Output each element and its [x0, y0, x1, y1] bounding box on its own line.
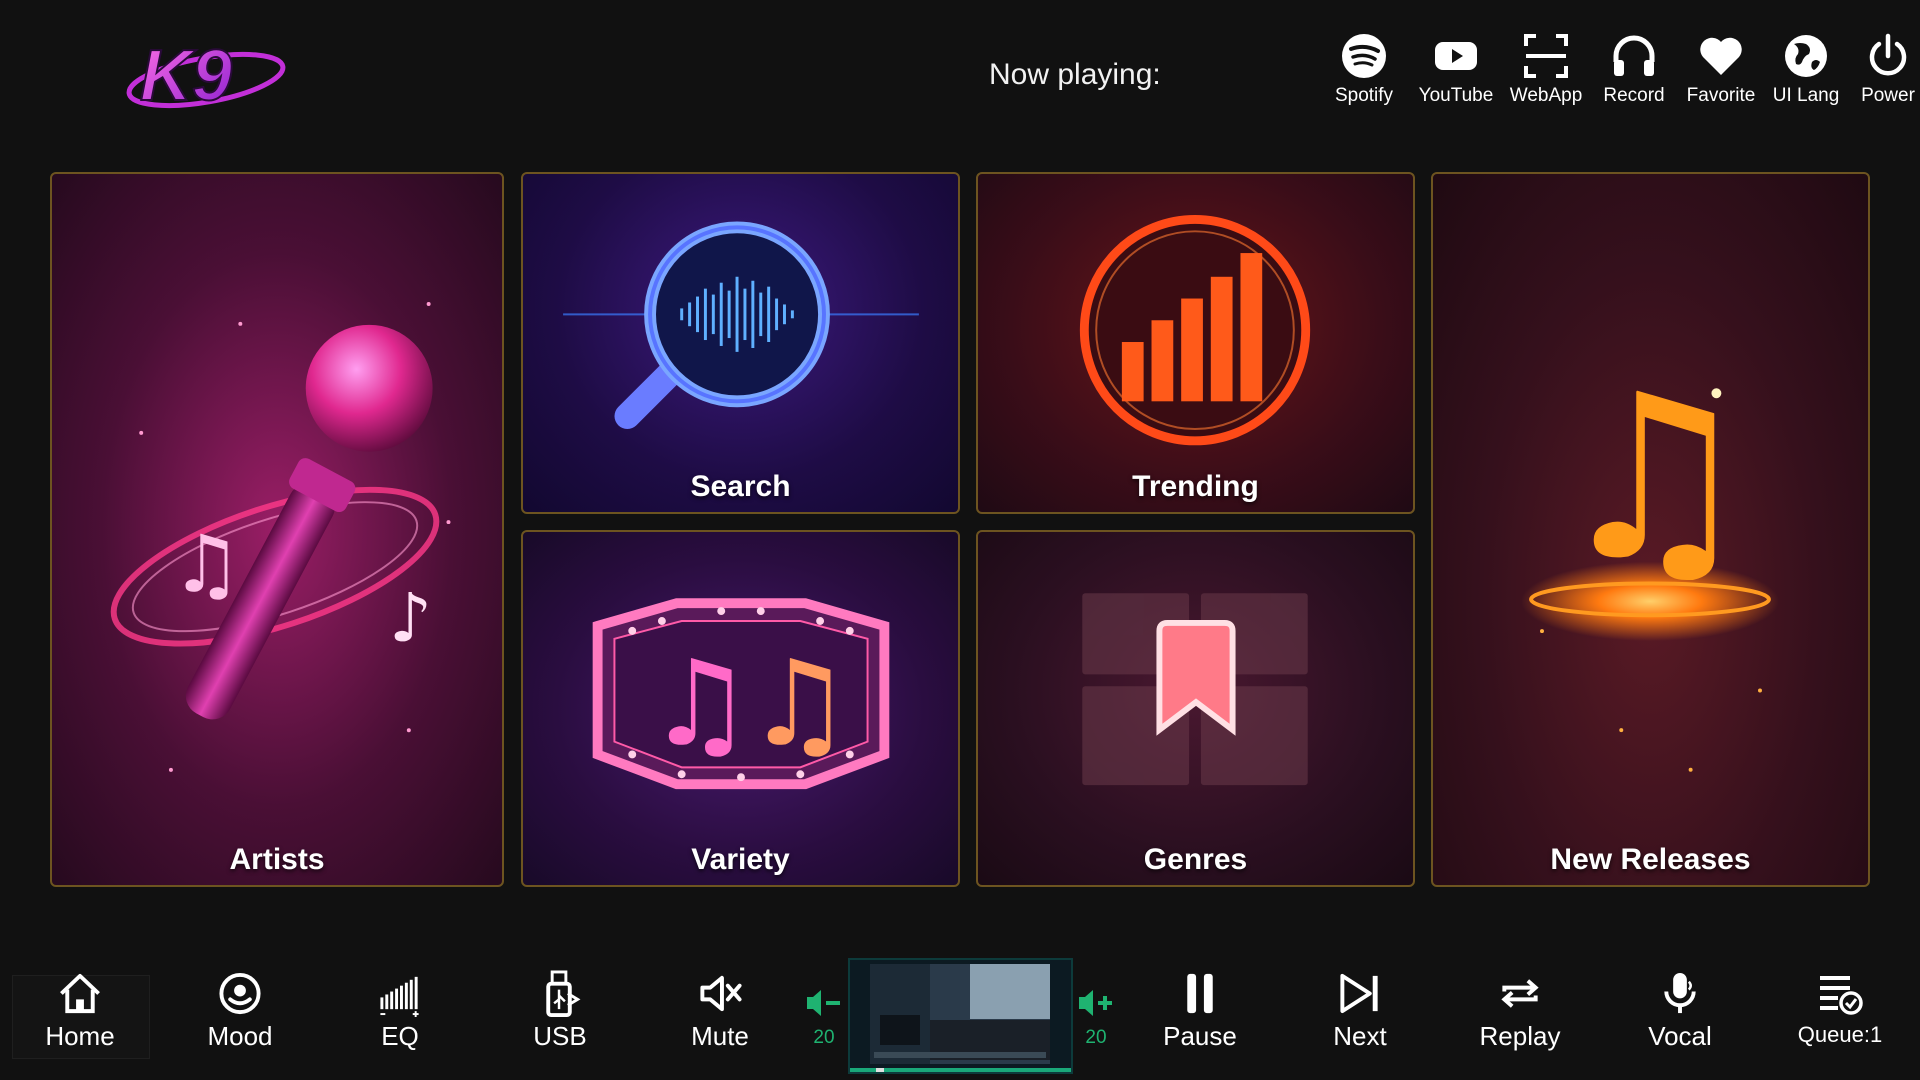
- svg-text:♫: ♫: [746, 635, 852, 773]
- queue-button[interactable]: Queue:1: [1775, 970, 1905, 1052]
- usb-button[interactable]: USB: [495, 970, 625, 1052]
- power-icon: [1869, 33, 1907, 76]
- video-preview[interactable]: [848, 958, 1073, 1074]
- svg-text:♫: ♫: [171, 517, 242, 610]
- youtube-icon: [1435, 42, 1477, 70]
- marquee-music-icon: ♫ ♫: [592, 598, 890, 790]
- eq-label: EQ: [381, 1021, 419, 1051]
- scan-frame-icon: [1524, 34, 1568, 78]
- tile-new-releases-label: New Releases: [1550, 843, 1751, 876]
- spotify-icon: [1342, 34, 1386, 78]
- spotify-button[interactable]: Spotify: [1318, 28, 1410, 114]
- volume-down-icon: [807, 990, 840, 1016]
- pause-icon: [1187, 973, 1213, 1014]
- tile-genres[interactable]: Genres: [976, 530, 1415, 887]
- svg-text:♫: ♫: [647, 635, 753, 773]
- pause-button[interactable]: Pause: [1135, 970, 1265, 1052]
- volume-up-icon: [1079, 990, 1112, 1016]
- home-label: Home: [45, 1021, 115, 1051]
- pause-label: Pause: [1163, 1021, 1237, 1051]
- headphones-icon: [1613, 35, 1655, 76]
- mood-label: Mood: [207, 1021, 273, 1051]
- volume-up-value: 20: [1085, 1027, 1107, 1048]
- globe-icon: [1785, 35, 1827, 77]
- glowing-music-note-icon: ♫: [1521, 345, 1779, 772]
- ui-lang-label: UI Lang: [1772, 85, 1840, 106]
- bar-chart-icon: [1079, 215, 1311, 446]
- tile-variety[interactable]: ♫ ♫ Variety: [521, 530, 960, 887]
- webapp-button[interactable]: WebApp: [1502, 28, 1590, 114]
- heart-icon: [1700, 37, 1742, 75]
- youtube-button[interactable]: YouTube: [1410, 28, 1502, 114]
- favorite-label: Favorite: [1686, 85, 1756, 106]
- favorite-button[interactable]: Favorite: [1678, 28, 1764, 114]
- power-label: Power: [1861, 85, 1915, 106]
- vocal-label: Vocal: [1648, 1021, 1712, 1051]
- svg-text:♫: ♫: [1552, 345, 1756, 611]
- mute-label: Mute: [691, 1021, 749, 1051]
- next-button[interactable]: Next: [1295, 970, 1425, 1052]
- queue-list-icon: [1820, 976, 1863, 1015]
- power-button[interactable]: Power: [1848, 28, 1920, 114]
- next-label: Next: [1333, 1021, 1387, 1051]
- equalizer-icon: [380, 976, 419, 1017]
- tile-artists-label: Artists: [229, 843, 325, 876]
- now-playing-label: Now playing:: [989, 58, 1161, 91]
- skip-next-icon: [1340, 973, 1378, 1014]
- tile-search-label: Search: [690, 470, 791, 503]
- record-button[interactable]: Record: [1590, 28, 1678, 114]
- tile-variety-label: Variety: [691, 843, 790, 876]
- ui-lang-button[interactable]: UI Lang: [1764, 28, 1848, 114]
- top-action-bar: Spotify YouTube WebApp Record Favorite U…: [1318, 28, 1920, 114]
- volume-up-button[interactable]: 20: [1071, 985, 1121, 1055]
- tile-new-releases[interactable]: ♫ New Releases: [1431, 172, 1870, 887]
- tile-artists[interactable]: ♫ ♪ Artists: [50, 172, 504, 887]
- volume-down-button[interactable]: 20: [799, 985, 849, 1055]
- usb-drive-icon: [546, 970, 581, 1017]
- youtube-label: YouTube: [1418, 85, 1494, 106]
- replay-label: Replay: [1479, 1021, 1561, 1051]
- record-label: Record: [1603, 85, 1665, 106]
- video-thumbnail: [850, 960, 1071, 1072]
- vocal-button[interactable]: Vocal: [1615, 970, 1745, 1052]
- magnifier-soundwave-icon: [563, 221, 919, 429]
- bookmark-grid-icon: [1082, 593, 1308, 786]
- mood-button[interactable]: Mood: [175, 970, 305, 1052]
- tile-genres-label: Genres: [1143, 843, 1248, 876]
- spotify-label: Spotify: [1334, 85, 1394, 106]
- volume-down-value: 20: [813, 1027, 835, 1048]
- microphone-icon: ♫ ♪: [110, 302, 451, 772]
- k9-logo: K9: [118, 22, 293, 122]
- logo-text: K9: [140, 36, 232, 116]
- preview-progress: [876, 1068, 884, 1072]
- home-icon: [60, 973, 100, 1014]
- webapp-label: WebApp: [1509, 85, 1583, 106]
- tile-trending-label: Trending: [1132, 470, 1259, 503]
- repeat-icon: [1501, 979, 1539, 1008]
- mute-button[interactable]: Mute: [655, 970, 785, 1052]
- svg-text:♪: ♪: [389, 578, 432, 657]
- tile-search[interactable]: Search: [521, 172, 960, 514]
- replay-button[interactable]: Replay: [1455, 970, 1585, 1052]
- smile-eye-icon: [219, 972, 261, 1015]
- tile-trending[interactable]: Trending: [976, 172, 1415, 514]
- speaker-mute-icon: [700, 975, 742, 1012]
- microphone-vocal-icon: [1664, 972, 1696, 1014]
- home-button[interactable]: Home: [15, 970, 145, 1052]
- eq-button[interactable]: EQ: [335, 970, 465, 1052]
- queue-label: Queue:1: [1797, 1022, 1883, 1047]
- usb-label: USB: [533, 1021, 587, 1051]
